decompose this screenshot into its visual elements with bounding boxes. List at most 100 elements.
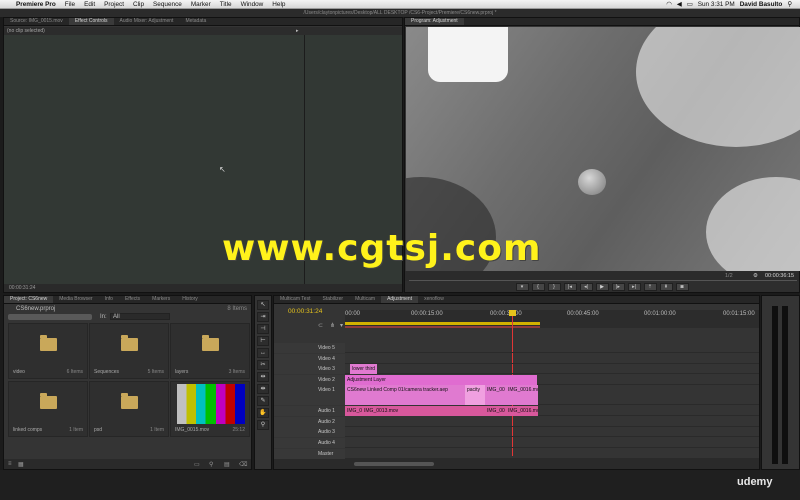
clip-lower-third[interactable]: lower third [350,364,377,374]
tab-xenoflow[interactable]: xenoflow [418,296,450,303]
clip-linked-comp[interactable]: CS6new Linked Comp 01/camera tracker.aep [345,385,465,405]
search-input[interactable] [8,314,92,320]
zoom-tool-icon[interactable]: ⚲ [257,420,269,430]
volume-icon[interactable]: ◀ [677,0,682,8]
linked-icon[interactable]: ⋔ [330,322,335,329]
tab-program[interactable]: Program: Adjustment [405,18,464,25]
razor-tool-icon[interactable]: ✂ [257,360,269,370]
wifi-icon[interactable]: ◠ [666,0,672,8]
project-item-linked-comps[interactable]: linked comps 1 Item [8,381,88,437]
project-item-psd[interactable]: psd 1 Item [89,381,169,437]
trash-icon[interactable]: ⌫ [239,461,247,468]
clip-img-00[interactable]: IMG_00 [485,385,506,405]
menu-sequence[interactable]: Sequence [153,1,182,8]
track-header[interactable]: Audio 2 [274,417,345,427]
lift-button[interactable]: ⇡ [643,282,657,291]
add-marker-icon[interactable]: ▾ [340,322,343,329]
tab-multicam-test[interactable]: Multicam Test [274,296,316,303]
battery-icon[interactable]: ▭ [687,0,693,8]
go-to-out-button[interactable]: ▸| [627,282,641,291]
mark-out-button[interactable]: } [547,282,561,291]
clip-adjustment-layer[interactable]: Adjustment Layer [345,375,537,385]
clip-img-0013-audio[interactable]: IMG_0013.mov [362,406,485,416]
in-select[interactable]: All [110,313,170,320]
list-view-icon[interactable]: ≡ [8,461,12,467]
track-header[interactable]: Video 5 [274,343,345,353]
track-header[interactable]: Audio 3 [274,427,345,437]
marker-button[interactable]: ▾ [515,282,529,291]
tab-audio-mixer[interactable]: Audio Mixer: Adjustment [114,18,180,25]
track-select-tool-icon[interactable]: ⇥ [257,312,269,322]
tab-history[interactable]: History [176,296,204,303]
clock[interactable]: Sun 3:31 PM [698,1,735,8]
settings-icon[interactable]: ⚙ [753,273,758,279]
tab-adjustment[interactable]: Adjustment [381,296,419,303]
no-clip-label: (no clip selected) [4,27,402,35]
slip-tool-icon[interactable]: ⇹ [257,372,269,382]
menu-window[interactable]: Window [241,1,264,8]
spotlight-icon[interactable]: ⚲ [787,0,792,8]
project-item-layers[interactable]: layers 3 Items [170,323,250,379]
track-header[interactable]: Master [274,449,345,459]
clip-opacity[interactable]: pacity [465,385,485,405]
panel-expand-icon[interactable]: ▸ [296,28,299,34]
menu-title[interactable]: Title [220,1,232,8]
play-button[interactable]: ▶ [595,282,609,291]
clip-img-0-audio[interactable]: IMG_0 [345,406,362,416]
playhead-handle[interactable] [509,310,516,316]
tab-markers[interactable]: Markers [146,296,176,303]
menu-project[interactable]: Project [104,1,124,8]
tab-project[interactable]: Project: CS6new [4,296,54,303]
timeline-zoom-slider[interactable] [354,462,434,466]
track-header[interactable]: Video 3 [274,364,345,374]
tab-info[interactable]: Info [99,296,119,303]
step-back-button[interactable]: ◂| [579,282,593,291]
track-header[interactable]: Video 4 [274,354,345,364]
zoom-level[interactable]: 1/2 [725,273,733,279]
ripple-edit-tool-icon[interactable]: ⊣ [257,324,269,334]
menu-marker[interactable]: Marker [191,1,211,8]
rate-stretch-tool-icon[interactable]: ↔ [257,348,269,358]
track-header[interactable]: Audio 1 [274,406,345,416]
icon-view-icon[interactable]: ▦ [18,461,24,468]
hand-tool-icon[interactable]: ✋ [257,408,269,418]
tab-stabilizer[interactable]: Stabilizer [316,296,349,303]
clip-img-0016-video[interactable]: IMG_0016.mo [506,385,538,405]
new-item-icon[interactable]: ▤ [224,461,230,468]
pen-tool-icon[interactable]: ✎ [257,396,269,406]
slide-tool-icon[interactable]: ⇼ [257,384,269,394]
app-name[interactable]: Premiere Pro [16,1,56,8]
snap-icon[interactable]: ⊂ [318,322,323,329]
track-header[interactable]: Video 1 [274,385,345,405]
extract-button[interactable]: ⇞ [659,282,673,291]
project-item-img-0015[interactable]: IMG_0015.mov 25:12 [170,381,250,437]
mark-in-button[interactable]: { [531,282,545,291]
selection-tool-icon[interactable]: ↖ [257,300,269,310]
timeline-timecode[interactable]: 00:00:31:24 [288,308,322,315]
time-ruler[interactable]: 00:00 00:00:15:00 00:00:30:00 00:00:45:0… [345,310,759,328]
menu-clip[interactable]: Clip [133,1,144,8]
menu-help[interactable]: Help [272,1,285,8]
track-header[interactable]: Video 2 [274,375,345,385]
clip-img-00-audio[interactable]: IMG_00 [485,406,506,416]
project-item-video[interactable]: video 6 Items [8,323,88,379]
tab-metadata[interactable]: Metadata [179,18,212,25]
tab-effect-controls[interactable]: Effect Controls [68,18,114,25]
tab-source[interactable]: Source: IMG_0015.mov [4,18,69,25]
tab-media-browser[interactable]: Media Browser [53,296,98,303]
find-icon[interactable]: ⚲ [209,461,213,468]
export-frame-button[interactable]: ◙ [675,282,689,291]
step-forward-button[interactable]: |▸ [611,282,625,291]
work-area-bar[interactable] [345,322,540,325]
user-name[interactable]: David Basulto [740,1,783,8]
menu-file[interactable]: File [65,1,75,8]
menu-edit[interactable]: Edit [84,1,95,8]
tab-effects[interactable]: Effects [119,296,146,303]
tab-multicam[interactable]: Multicam [349,296,381,303]
go-to-in-button[interactable]: |◂ [563,282,577,291]
project-item-sequences[interactable]: Sequences 5 Items [89,323,169,379]
rolling-edit-tool-icon[interactable]: ⊢ [257,336,269,346]
track-header[interactable]: Audio 4 [274,438,345,448]
new-bin-icon[interactable]: ▭ [194,461,200,468]
clip-img-0016-audio[interactable]: IMG_0016.mo [506,406,538,416]
